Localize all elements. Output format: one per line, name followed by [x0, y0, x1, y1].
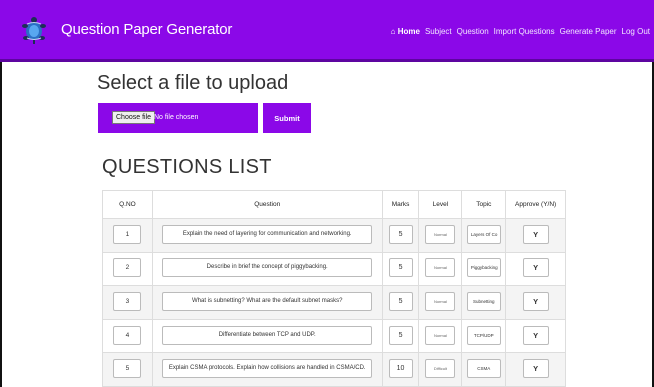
- question-field[interactable]: Describe in brief the concept of piggyba…: [162, 258, 373, 278]
- nav-log-out[interactable]: Log Out: [622, 27, 650, 36]
- level-field[interactable]: Difficult: [425, 359, 456, 379]
- marks-field[interactable]: 5: [388, 224, 413, 244]
- question-field[interactable]: Explain the need of layering for communi…: [162, 224, 373, 244]
- no-file-text: No file chosen: [154, 114, 199, 121]
- file-upload-panel: Choose file No file chosen: [98, 103, 258, 133]
- upload-title: Select a file to upload: [97, 72, 289, 94]
- approve-field[interactable]: Y: [522, 359, 549, 379]
- topic-field[interactable]: Subnetting: [466, 291, 501, 311]
- qno-field[interactable]: 5: [113, 359, 142, 379]
- question-field[interactable]: Explain CSMA protocols. Explain how coll…: [162, 359, 373, 379]
- question-field[interactable]: Differentiate between TCP and UDP.: [162, 325, 373, 345]
- table-row: 4 Differentiate between TCP and UDP. 5 N…: [102, 318, 566, 354]
- topic-field[interactable]: Piggybacking: [466, 258, 501, 278]
- qno-field[interactable]: 2: [113, 258, 142, 278]
- nav-subject[interactable]: Subject: [425, 27, 452, 36]
- table-row: 1 Explain the need of layering for commu…: [102, 218, 566, 253]
- level-field[interactable]: Normal: [425, 224, 456, 244]
- header-question: Question: [151, 190, 383, 219]
- nav-home[interactable]: ⌂ Home: [391, 27, 420, 36]
- navbar: Question Paper Generator ⌂ Home Subject …: [0, 0, 654, 62]
- table-row: 5 Explain CSMA protocols. Explain how co…: [102, 352, 566, 387]
- approve-field[interactable]: Y: [522, 325, 549, 345]
- turtle-logo-icon[interactable]: [19, 15, 49, 45]
- marks-field[interactable]: 5: [388, 291, 413, 311]
- marks-field[interactable]: 5: [388, 325, 413, 345]
- marks-field[interactable]: 10: [388, 359, 413, 379]
- approve-field[interactable]: Y: [522, 258, 549, 278]
- home-icon: ⌂: [390, 27, 396, 36]
- approve-field[interactable]: Y: [522, 291, 549, 311]
- questions-list-title: QUESTIONS LIST: [102, 156, 272, 178]
- qno-field[interactable]: 4: [113, 325, 142, 345]
- header-level: Level: [418, 190, 463, 219]
- nav-menu: ⌂ Home Subject Question Import Questions…: [391, 27, 650, 36]
- nav-import-questions[interactable]: Import Questions: [494, 27, 555, 36]
- submit-button[interactable]: Submit: [263, 103, 311, 133]
- choose-file-button[interactable]: Choose file: [112, 111, 156, 124]
- level-field[interactable]: Normal: [425, 258, 456, 278]
- qno-field[interactable]: 1: [113, 224, 142, 244]
- table-row: 3 What is subnetting? What are the defau…: [102, 285, 566, 320]
- topic-field[interactable]: CSMA: [466, 359, 501, 379]
- approve-field[interactable]: Y: [522, 224, 549, 244]
- header-topic: Topic: [461, 190, 507, 219]
- qno-field[interactable]: 3: [113, 291, 142, 311]
- table-row: 2 Describe in brief the concept of piggy…: [102, 251, 566, 287]
- nav-question[interactable]: Question: [457, 27, 489, 36]
- header-marks: Marks: [381, 190, 420, 219]
- question-field[interactable]: What is subnetting? What are the default…: [162, 291, 373, 311]
- marks-field[interactable]: 5: [388, 258, 413, 278]
- topic-field[interactable]: TCP/UDP: [466, 325, 501, 345]
- level-field[interactable]: Normal: [425, 325, 456, 345]
- header-approve: Approve (Y/N): [505, 190, 566, 219]
- level-field[interactable]: Normal: [425, 291, 456, 311]
- table-header-row: Q.NO Question Marks Level Topic Approve …: [102, 190, 566, 219]
- header-qno: Q.NO: [102, 190, 153, 219]
- questions-table: Q.NO Question Marks Level Topic Approve …: [102, 190, 566, 387]
- nav-generate-paper[interactable]: Generate Paper: [560, 27, 617, 36]
- app-brand[interactable]: Question Paper Generator: [61, 21, 232, 38]
- nav-home-label: Home: [397, 27, 420, 36]
- topic-field[interactable]: Layers Of Co: [466, 224, 501, 244]
